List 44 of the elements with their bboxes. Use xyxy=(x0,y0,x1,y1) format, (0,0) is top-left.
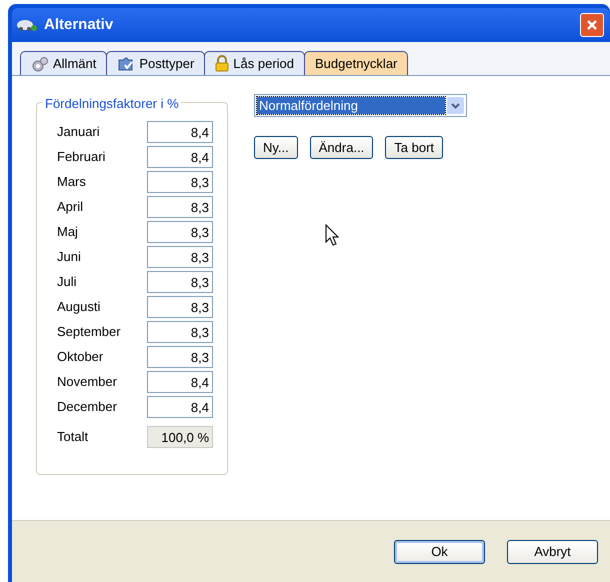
month-label: Maj xyxy=(57,223,78,242)
factor-field[interactable]: 8,3 xyxy=(147,271,213,293)
chevron-down-icon xyxy=(447,97,464,114)
action-button[interactable]: Ny... xyxy=(254,136,298,159)
close-button[interactable] xyxy=(580,13,604,37)
month-label: Juli xyxy=(57,273,77,292)
factor-field[interactable]: 8,3 xyxy=(147,296,213,318)
month-label: December xyxy=(57,398,117,416)
cursor-icon xyxy=(325,224,339,246)
month-label: Januari xyxy=(57,123,100,142)
month-label: Juni xyxy=(57,248,81,266)
month-label: September xyxy=(57,323,121,342)
factor-field[interactable]: 8,3 xyxy=(147,171,213,193)
dialog-button[interactable]: Ok xyxy=(394,540,485,564)
factor-field[interactable]: 8,3 xyxy=(147,321,213,343)
gear-icon xyxy=(31,56,49,72)
factor-field[interactable]: 8,3 xyxy=(147,346,213,368)
tab[interactable]: Posttyper xyxy=(106,51,206,75)
action-button[interactable]: Ta bort xyxy=(385,136,444,159)
total-field[interactable]: 100,0 % xyxy=(147,426,213,448)
distribution-dropdown[interactable]: Normalfördelning xyxy=(254,94,467,117)
tab[interactable]: Allmänt xyxy=(20,51,108,75)
month-label: November xyxy=(57,373,117,392)
month-label: Augusti xyxy=(57,298,100,316)
factor-field[interactable]: 8,4 xyxy=(147,121,213,143)
cars-icon xyxy=(16,17,38,33)
factor-field[interactable]: 8,4 xyxy=(147,396,213,418)
month-label: Februari xyxy=(57,148,106,166)
factor-field[interactable]: 8,4 xyxy=(147,371,213,393)
factor-field[interactable]: 8,3 xyxy=(147,196,213,218)
factor-field[interactable]: 8,4 xyxy=(147,146,213,168)
month-label: April xyxy=(57,198,84,216)
dialog-button[interactable]: Avbryt xyxy=(507,540,598,564)
action-button[interactable]: Ändra... xyxy=(310,136,374,159)
factor-field[interactable]: 8,3 xyxy=(147,221,213,243)
tab[interactable]: Lås period xyxy=(204,51,305,75)
lock-icon xyxy=(215,55,230,72)
month-label: Mars xyxy=(57,173,86,192)
factor-field[interactable]: 8,3 xyxy=(147,246,213,268)
month-label: Oktober xyxy=(57,348,104,366)
total-label: Totalt xyxy=(57,428,88,446)
tab[interactable]: Budgetnycklar xyxy=(304,51,408,75)
close-icon xyxy=(586,19,598,31)
window-title: Alternativ xyxy=(44,14,114,35)
